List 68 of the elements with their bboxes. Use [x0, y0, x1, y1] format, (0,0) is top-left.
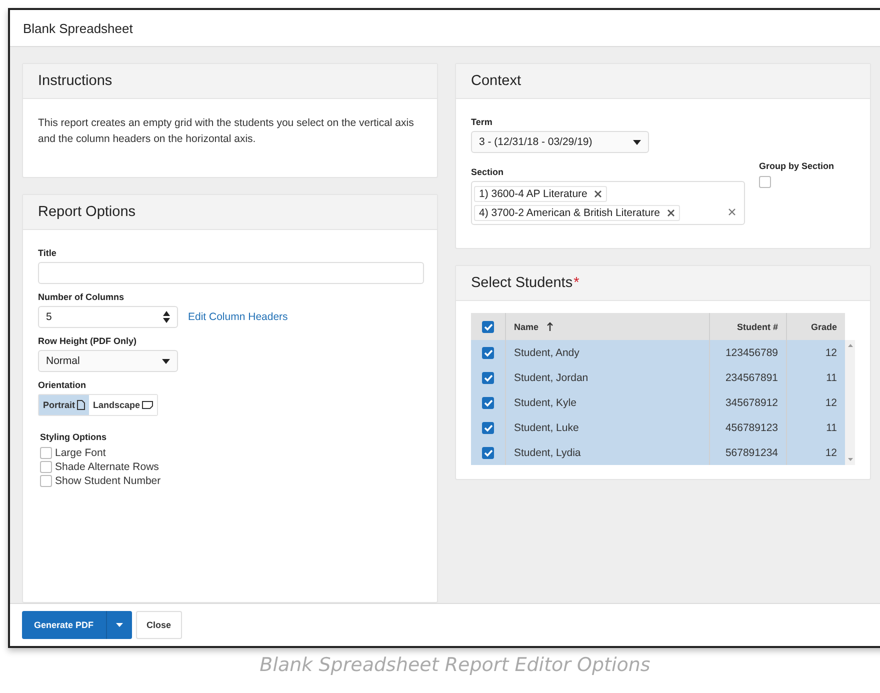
section-chip: 4) 3700-2 American & British Literature	[474, 204, 680, 220]
column-header[interactable]: Grade	[810, 322, 837, 332]
field-label: Styling Options	[40, 432, 108, 442]
table-cell: 345678912	[725, 396, 778, 408]
table-cell: Student, Luke	[514, 422, 579, 434]
checkbox-label: Show Student Number	[55, 475, 161, 487]
caret-icon	[162, 358, 170, 364]
column-header[interactable]: Name	[514, 322, 539, 332]
caret-icon	[633, 140, 641, 144]
table-cell: 567891234	[725, 446, 778, 458]
row-checkbox[interactable]	[482, 372, 494, 384]
card-title: Instructions	[38, 73, 112, 89]
card-title: Context	[471, 73, 521, 89]
page-icon	[77, 400, 86, 410]
row-checkbox[interactable]	[482, 346, 494, 358]
row-checkbox[interactable]	[482, 446, 494, 458]
section-chip: 1) 3600-4 AP Literature	[474, 186, 608, 202]
caret-icon[interactable]	[116, 623, 123, 627]
clear-icon[interactable]	[728, 208, 736, 216]
table-cell: 12	[825, 396, 837, 408]
field-label: Section	[471, 167, 505, 177]
card-title: Select Students	[471, 275, 573, 291]
table-cell: 234567891	[725, 372, 778, 384]
select-all-checkbox[interactable]	[482, 320, 494, 332]
checkbox-label: Shade Alternate Rows	[55, 461, 159, 473]
checkbox[interactable]	[40, 461, 52, 473]
number-field[interactable]: 5	[38, 306, 178, 328]
sort-arrow-icon[interactable]	[546, 322, 553, 331]
required-mark: *	[574, 275, 580, 291]
table-cell: 123456789	[725, 346, 778, 358]
remove-icon[interactable]	[666, 208, 675, 216]
field-label: Title	[38, 248, 58, 258]
table-cell: 12	[825, 346, 837, 358]
landscape-page-icon	[142, 401, 154, 409]
instructions-text: This report creates an empty grid with the students you select on the vertical axis and the column headers on the horizontal axis.	[38, 116, 415, 147]
close-button[interactable]: Close	[136, 611, 182, 639]
checkbox-label: Large Font	[55, 447, 106, 459]
edit-column-headers-link[interactable]: Edit Column Headers	[188, 311, 288, 323]
remove-icon[interactable]	[594, 190, 602, 198]
row-checkbox[interactable]	[482, 422, 494, 434]
field-label: Orientation	[38, 380, 88, 390]
table-cell: 456789123	[725, 422, 778, 434]
field-label: Term	[471, 117, 494, 127]
checkbox[interactable]	[759, 176, 771, 188]
table-cell: Student, Jordan	[514, 372, 588, 384]
checkbox[interactable]	[40, 475, 52, 487]
figure-caption: Blank Spreadsheet Report Editor Options	[258, 654, 652, 676]
section-multiselect[interactable]: 1) 3600-4 AP Literature 4) 3700-2 American & British Literature	[471, 181, 745, 225]
table-cell: 12	[825, 446, 837, 458]
field-label: Row Height (PDF Only)	[38, 336, 138, 346]
table-cell: Student, Andy	[514, 346, 580, 358]
title-field[interactable]	[38, 262, 424, 284]
table-cell: Student, Lydia	[514, 446, 581, 458]
column-header[interactable]: Student #	[736, 322, 778, 332]
checkbox[interactable]	[40, 447, 52, 459]
table-cell: 11	[826, 372, 837, 384]
row-checkbox[interactable]	[482, 396, 494, 408]
term-dropdown[interactable]: 3 - (12/31/18 - 03/29/19)	[471, 131, 649, 153]
table-cell: 11	[826, 422, 837, 434]
card-title: Report Options	[38, 204, 136, 220]
window-title: Blank Spreadsheet	[23, 20, 133, 36]
row-height-dropdown[interactable]: Normal	[38, 350, 178, 372]
generate-pdf-button[interactable]: Generate PDF	[22, 611, 132, 639]
table-cell: Student, Kyle	[514, 396, 576, 408]
orientation-toggle[interactable]: Portrait	[39, 395, 90, 415]
field-label: Group by Section	[759, 161, 834, 171]
field-label: Number of Columns	[38, 292, 126, 302]
spinner-icon[interactable]	[163, 311, 170, 323]
